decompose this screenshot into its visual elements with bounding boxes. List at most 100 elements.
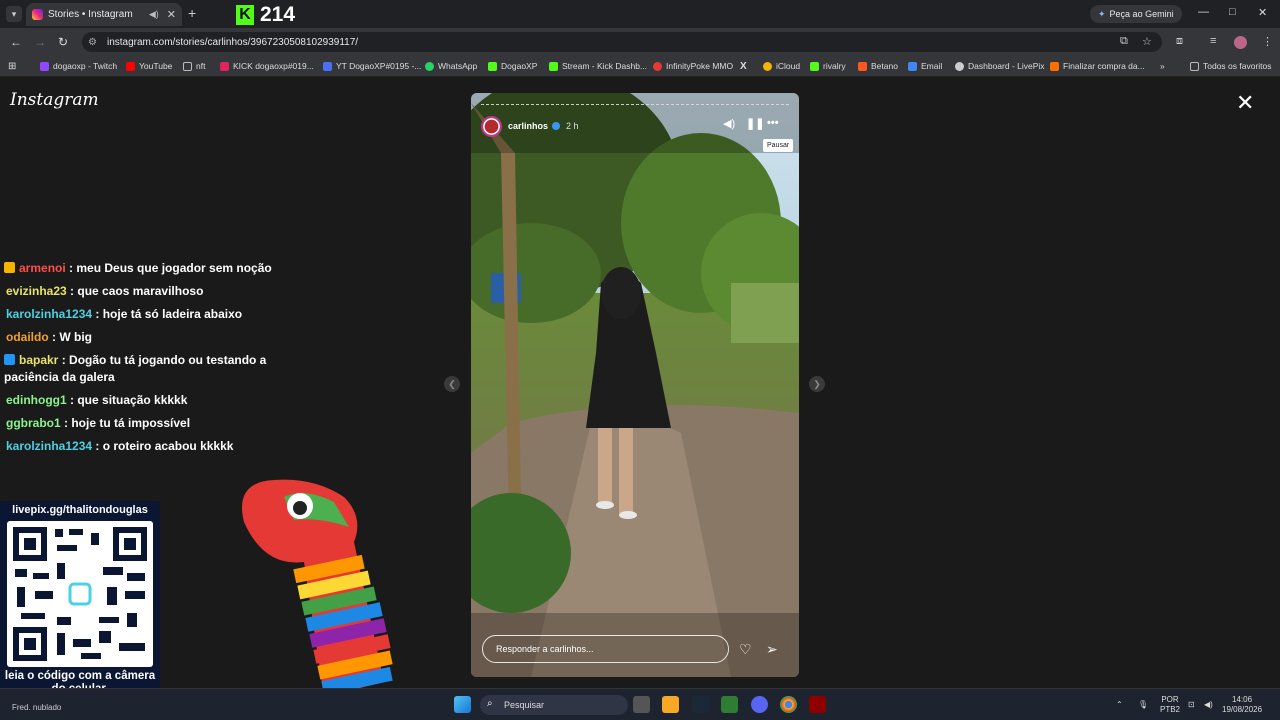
- bookmark-item[interactable]: WhatsApp: [425, 61, 477, 71]
- toolbar: ← → ↻ ⚙ instagram.com/stories/carlinhos/…: [0, 28, 1280, 56]
- gemini-button[interactable]: ✦ Peça ao Gemini: [1090, 5, 1182, 23]
- language-indicator[interactable]: POR PTB2: [1160, 695, 1180, 715]
- folder-icon: [1190, 61, 1199, 71]
- bookmarks-bar: ⊞ dogaoxp - Twitch YouTube nft KICK doga…: [0, 56, 1280, 77]
- app-icon[interactable]: [721, 696, 738, 713]
- bookmark-item[interactable]: iCloud: [763, 61, 800, 71]
- user-avatar[interactable]: [481, 115, 502, 137]
- kick-logo-icon: K: [236, 5, 254, 25]
- start-windows-icon[interactable]: [454, 696, 471, 713]
- bookmark-item[interactable]: Betano: [858, 61, 898, 71]
- clock[interactable]: 14:06 19/08/2026: [1222, 695, 1262, 715]
- app-icon[interactable]: [809, 696, 826, 713]
- bookmark-label: nft: [196, 61, 206, 71]
- gemini-sparkle-icon: ✦: [1098, 8, 1106, 19]
- bookmark-star-icon[interactable]: ☆: [1142, 35, 1152, 48]
- bookmark-item[interactable]: DogaoXP: [488, 61, 537, 71]
- chat-text: : o roteiro acabou kkkkk: [95, 439, 234, 453]
- instagram-logo[interactable]: Instagram: [10, 90, 99, 110]
- taskbar-search[interactable]: ⌕ Pesquisar: [480, 695, 628, 715]
- address-bar[interactable]: ⚙ instagram.com/stories/carlinhos/396723…: [82, 32, 1162, 52]
- chat-message: evizinha23 : que caos maravilhoso: [4, 283, 300, 300]
- maximize-button[interactable]: □: [1229, 6, 1236, 18]
- favicon-icon: [810, 61, 819, 71]
- close-stories-button[interactable]: ✕: [1236, 92, 1254, 114]
- bookmark-item[interactable]: dogaoxp - Twitch: [40, 61, 117, 71]
- story-panel[interactable]: carlinhos 2 h ◀) ❚❚ ••• Pausar Responder…: [471, 93, 799, 677]
- tray-overflow-icon[interactable]: ⌃: [1116, 700, 1123, 710]
- chrome-icon[interactable]: [780, 696, 797, 713]
- task-view-icon[interactable]: [633, 696, 650, 713]
- tab-close-button[interactable]: ✕: [167, 8, 176, 21]
- pause-icon[interactable]: ❚❚: [746, 117, 764, 130]
- story-username[interactable]: carlinhos: [508, 121, 548, 131]
- site-info-icon[interactable]: ⚙: [88, 37, 97, 48]
- discord-icon[interactable]: [751, 696, 768, 713]
- next-story-button[interactable]: ❯: [809, 376, 825, 392]
- bookmark-item[interactable]: Stream - Kick Dashb...: [549, 61, 647, 71]
- tab-instagram[interactable]: Stories • Instagram ◀) ✕: [26, 3, 182, 26]
- verified-badge-icon: [552, 122, 561, 130]
- mute-icon[interactable]: ◀): [723, 117, 735, 130]
- bookmark-item[interactable]: YT DogaoXP#0195 -...: [323, 61, 421, 71]
- network-icon[interactable]: ⊡: [1188, 700, 1195, 710]
- new-tab-button[interactable]: +: [188, 5, 196, 21]
- bookmarks-overflow-button[interactable]: »: [1160, 61, 1165, 71]
- keyboard-layout: PTB2: [1160, 705, 1181, 714]
- install-app-icon[interactable]: ⧉: [1120, 35, 1128, 48]
- apps-grid-icon[interactable]: ⊞: [8, 61, 16, 72]
- microphone-icon[interactable]: 🎙: [1138, 700, 1148, 710]
- like-heart-icon[interactable]: ♡: [739, 641, 752, 658]
- bookmark-item[interactable]: rivalry: [810, 61, 846, 71]
- chat-message: ggbrabo1 : hoje tu tá impossível: [4, 415, 300, 432]
- bookmark-label: YouTube: [139, 61, 173, 71]
- bookmark-item[interactable]: YouTube: [126, 61, 172, 71]
- favicon-icon: [488, 61, 497, 71]
- forward-arrow-icon[interactable]: →: [34, 35, 46, 49]
- tab-search-button[interactable]: ▾: [6, 6, 22, 22]
- bookmark-label: KICK dogaoxp#019...: [233, 61, 314, 71]
- weather-widget[interactable]: Fred. nublado: [12, 703, 61, 712]
- file-explorer-icon[interactable]: [662, 696, 679, 713]
- chat-message: odaildo : W big: [4, 329, 300, 346]
- profile-avatar[interactable]: [1234, 36, 1247, 49]
- window-close-button[interactable]: ✕: [1258, 6, 1267, 19]
- volume-icon[interactable]: ◀): [1204, 700, 1213, 710]
- chat-user: karolzinha1234: [6, 439, 93, 453]
- favicon-icon: [1050, 61, 1059, 71]
- bookmark-item[interactable]: KICK dogaoxp#019...: [220, 61, 314, 71]
- instagram-stories-viewer: Instagram ✕ armenoi : meu Deus que jogad…: [0, 77, 1280, 701]
- reload-icon[interactable]: ↻: [58, 35, 68, 49]
- clock-date: 19/08/2026: [1222, 705, 1263, 714]
- gemini-label: Peça ao Gemini: [1109, 9, 1174, 19]
- bookmark-label: Email: [921, 61, 943, 71]
- chat-user: armenoi: [19, 261, 66, 275]
- back-arrow-icon[interactable]: ←: [10, 35, 22, 49]
- bookmark-item[interactable]: X: [740, 61, 747, 72]
- bookmark-label: InfinityPoke MMO: [666, 61, 734, 71]
- chat-text: : que situação kkkkk: [70, 393, 188, 407]
- bookmark-label: YT DogaoXP#0195 -...: [336, 61, 422, 71]
- speaker-icon[interactable]: ◀): [149, 9, 159, 20]
- reply-input[interactable]: Responder a carlinhos...: [482, 635, 729, 663]
- more-options-icon[interactable]: •••: [767, 117, 779, 129]
- bookmark-item[interactable]: nft: [183, 61, 205, 71]
- menu-dots-icon[interactable]: ⋮: [1262, 35, 1273, 48]
- bookmark-label: Dashboard - LivePix: [968, 61, 1045, 71]
- bookmark-label: Stream - Kick Dashb...: [562, 61, 648, 71]
- bookmark-item[interactable]: Dashboard - LivePix: [955, 61, 1045, 71]
- minimize-button[interactable]: —: [1198, 6, 1209, 18]
- all-favorites-folder[interactable]: Todos os favoritos: [1190, 61, 1272, 71]
- previous-story-button[interactable]: ❮: [444, 376, 460, 392]
- bookmark-item[interactable]: Finalizar compra da...: [1050, 61, 1145, 71]
- bookmark-item[interactable]: InfinityPoke MMO: [653, 61, 733, 71]
- chat-user: edinhogg1: [6, 393, 67, 407]
- bookmark-label: DogaoXP: [501, 61, 538, 71]
- share-send-icon[interactable]: ➢: [766, 641, 778, 658]
- livepix-url: livepix.gg/thalitondouglas: [12, 504, 148, 516]
- chat-user: odaildo: [6, 330, 49, 344]
- extensions-icon[interactable]: ⧈: [1176, 35, 1183, 48]
- steam-icon[interactable]: [692, 696, 709, 713]
- bookmark-item[interactable]: Email: [908, 61, 942, 71]
- media-icon[interactable]: ≡: [1210, 35, 1216, 47]
